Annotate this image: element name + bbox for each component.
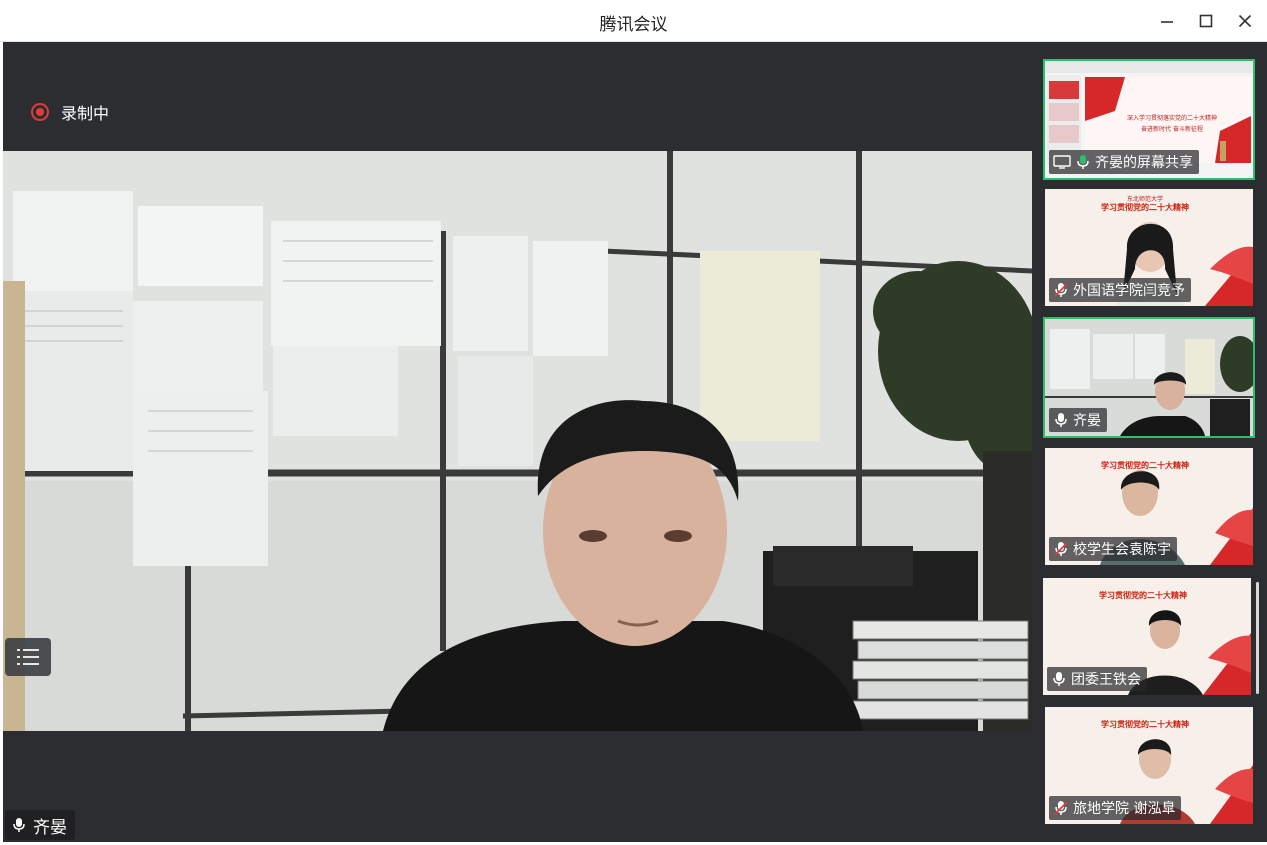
tile-label: 旅地学院 谢泓臯 <box>1049 796 1182 820</box>
main-video[interactable] <box>3 151 1032 731</box>
tile-label: 团委王铁会 <box>1047 667 1147 691</box>
participant-tile[interactable]: 学习贯彻党的二十大精神 团委王铁会 <box>1043 578 1251 695</box>
main-speaker-label: 齐晏 <box>5 810 75 840</box>
participant-name: 校学生会袁陈宇 <box>1073 542 1171 558</box>
slide-headline: 学习贯彻党的二十大精神 <box>1099 591 1187 600</box>
participant-tile-screen-share[interactable]: 深入学习贯彻落实党的二十大精神 奋进新时代 奋斗新征程 齐晏的屏幕共享 <box>1043 59 1255 180</box>
microphone-icon <box>1051 671 1067 687</box>
window-title: 腾讯会议 <box>599 15 668 35</box>
participant-tile[interactable]: 东北师范大学 学习贯彻党的二十大精神 外国语学院闫竞予 <box>1045 189 1253 306</box>
member-list-button[interactable] <box>5 638 51 676</box>
tile-label: 校学生会袁陈宇 <box>1049 537 1177 561</box>
participant-name: 齐晏的屏幕共享 <box>1095 155 1193 171</box>
minimize-button[interactable] <box>1155 9 1179 33</box>
participant-tile[interactable]: 学习贯彻党的二十大精神 校学生会袁陈宇 <box>1045 448 1253 565</box>
panel-scrollbar[interactable] <box>1256 582 1259 694</box>
slide-headline: 学习贯彻党的二十大精神 <box>1101 461 1189 470</box>
maximize-icon <box>1199 14 1213 28</box>
participant-tile[interactable]: 学习贯彻党的二十大精神 旅地学院 谢泓臯 <box>1045 707 1253 824</box>
tile-label: 齐晏 <box>1049 408 1107 432</box>
slide-text-1: 深入学习贯彻落实党的二十大精神 <box>1126 115 1217 122</box>
main-speaker-name: 齐晏 <box>33 817 67 838</box>
close-icon <box>1238 14 1252 28</box>
participant-name: 团委王铁会 <box>1071 672 1141 688</box>
microphone-muted-icon <box>1053 541 1069 557</box>
list-icon <box>17 649 39 665</box>
participant-name: 旅地学院 谢泓臯 <box>1073 801 1176 817</box>
microphone-icon <box>1075 154 1091 170</box>
minimize-icon <box>1161 21 1173 23</box>
screen-share-icon <box>1053 155 1071 169</box>
tile-label: 齐晏的屏幕共享 <box>1049 150 1199 174</box>
participant-name: 外国语学院闫竞予 <box>1073 283 1185 299</box>
record-icon <box>31 103 49 121</box>
maximize-button[interactable] <box>1194 9 1218 33</box>
slide-text-2: 奋进新时代 奋斗新征程 <box>1141 126 1203 133</box>
tile-label: 外国语学院闫竞予 <box>1049 278 1191 302</box>
slide-headline: 学习贯彻党的二十大精神 <box>1101 203 1189 212</box>
participant-name: 齐晏 <box>1073 413 1101 429</box>
microphone-icon <box>1053 412 1069 428</box>
title-bar: 腾讯会议 <box>0 0 1267 42</box>
participant-tile[interactable]: 齐晏 <box>1043 317 1255 438</box>
main-video-scene <box>3 151 1032 731</box>
microphone-muted-icon <box>1053 800 1069 816</box>
recording-indicator[interactable]: 录制中 <box>31 100 109 124</box>
close-button[interactable] <box>1233 9 1257 33</box>
slide-headline: 学习贯彻党的二十大精神 <box>1101 720 1189 729</box>
microphone-icon <box>11 817 27 833</box>
main-stage: 录制中 齐晏 <box>3 42 1032 842</box>
recording-label: 录制中 <box>61 104 110 123</box>
microphone-muted-icon <box>1053 282 1069 298</box>
